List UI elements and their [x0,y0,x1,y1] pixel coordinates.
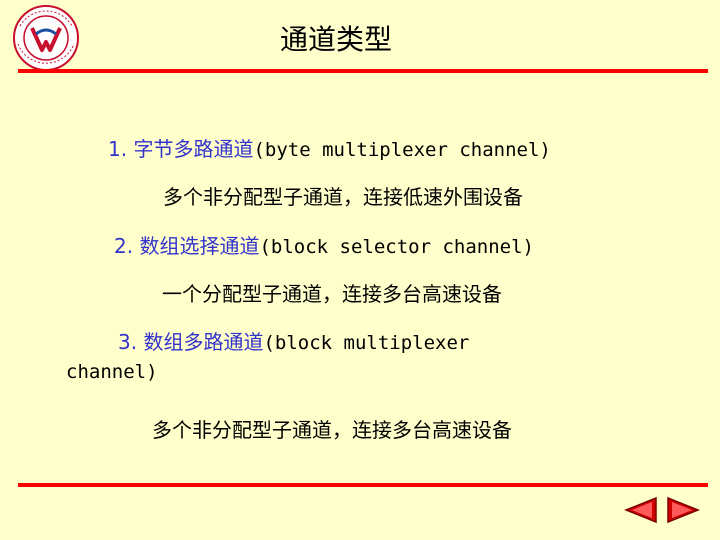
item-3-name: 数组多路通道 [143,330,264,354]
item-2-heading: 2. 数组选择通道(block selector channel) [114,230,534,259]
item-1-description: 多个非分配型子通道，连接低速外围设备 [163,185,523,209]
next-slide-button[interactable] [666,496,700,524]
previous-slide-button[interactable] [624,496,658,524]
item-3-english: (block multiplexer [263,332,470,354]
item-2-description: 一个分配型子通道，连接多台高速设备 [162,282,502,306]
item-3-english-wrap: channel) [66,361,158,383]
item-3-heading: 3. 数组多路通道(block multiplexer [118,326,469,355]
arrow-left-icon [624,496,657,524]
slide-title: 通道类型 [279,23,392,56]
arrow-right-icon [667,496,700,524]
item-2-english: (block selector channel) [259,236,534,258]
item-1-english: (byte multiplexer channel) [253,139,551,161]
bottom-divider [18,483,708,487]
item-3-number: 3. [118,330,138,354]
item-1-name: 字节多路通道 [133,137,254,161]
item-2-name: 数组选择通道 [139,234,260,258]
item-3-description: 多个非分配型子通道，连接多台高速设备 [152,418,512,442]
item-1-number: 1. [108,137,128,161]
top-divider [18,69,708,73]
item-2-number: 2. [114,234,134,258]
item-1-heading: 1. 字节多路通道(byte multiplexer channel) [108,133,551,162]
